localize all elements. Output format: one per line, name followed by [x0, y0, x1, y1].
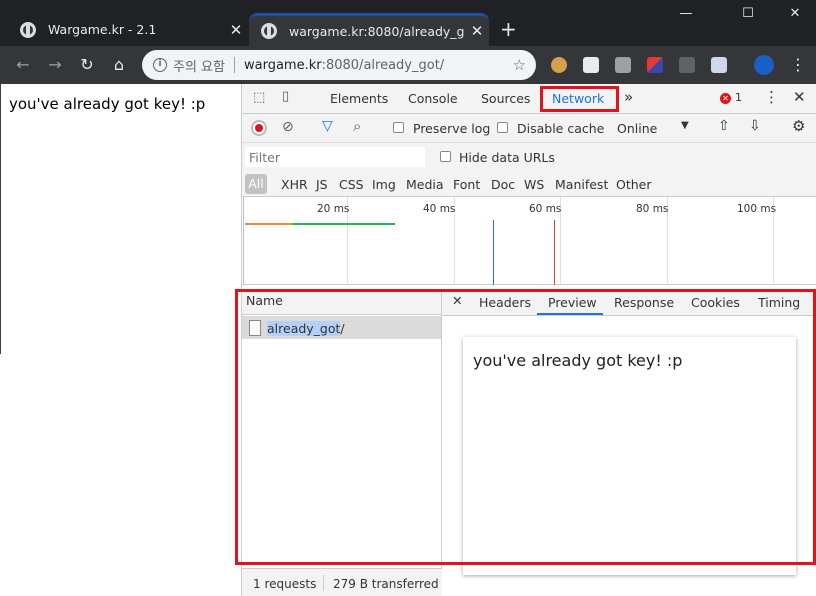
preserve-log-checkbox[interactable]: [393, 122, 404, 133]
preserve-log-label: Preserve log: [413, 121, 491, 136]
import-har-icon[interactable]: ⇧: [718, 118, 730, 134]
globe-icon: [261, 23, 277, 39]
tab-title: wargame.kr:8080/already_got/: [289, 23, 465, 39]
type-css[interactable]: CSS: [339, 177, 364, 192]
maximize-button[interactable]: ☐: [738, 6, 758, 21]
extension-icon[interactable]: [679, 57, 695, 73]
export-har-icon[interactable]: ⇩: [749, 118, 761, 134]
forward-arrow-icon[interactable]: →: [45, 55, 65, 74]
network-highlight-box: [540, 86, 619, 112]
transferred-size: 279 B transferred: [333, 577, 439, 591]
gear-icon[interactable]: ⚙: [792, 117, 805, 135]
request-count: 1 requests: [253, 577, 317, 591]
tab-wargame[interactable]: Wargame.kr - 2.1 ✕: [8, 13, 248, 46]
security-label: 주의 요함: [173, 59, 225, 75]
device-toolbar-icon[interactable]: ▯: [282, 89, 289, 104]
extension-icon[interactable]: [647, 57, 663, 73]
highlight-box: [235, 289, 816, 565]
check-extension-icon[interactable]: [615, 57, 631, 73]
close-tab-icon[interactable]: ✕: [224, 21, 248, 39]
tab-sources[interactable]: Sources: [481, 91, 530, 106]
hide-data-urls-label: Hide data URLs: [459, 150, 555, 165]
timing-bar-waiting: [251, 223, 292, 225]
globe-icon: [20, 21, 36, 38]
type-img[interactable]: Img: [372, 177, 396, 192]
dom-content-loaded-line: [493, 220, 494, 285]
type-xhr[interactable]: XHR: [281, 177, 308, 192]
disable-cache-checkbox[interactable]: [497, 122, 508, 133]
reload-icon[interactable]: ↻: [77, 55, 97, 74]
browser-window: Wargame.kr - 2.1 ✕ wargame.kr:8080/alrea…: [0, 0, 816, 596]
divider: [233, 57, 235, 73]
hide-data-urls-checkbox[interactable]: [440, 151, 451, 162]
tick-label: 20 ms: [317, 203, 350, 215]
tab-elements[interactable]: Elements: [330, 91, 388, 106]
chevron-down-icon[interactable]: ▼: [681, 120, 689, 131]
grid-line: [243, 197, 244, 285]
disable-cache-label: Disable cache: [517, 121, 605, 136]
error-icon[interactable]: ✕: [720, 93, 731, 104]
window-extension-icon[interactable]: [711, 57, 727, 73]
divider: [323, 575, 324, 591]
menu-kebab-icon[interactable]: ⋮: [788, 55, 808, 74]
type-font[interactable]: Font: [453, 177, 480, 192]
type-js[interactable]: JS: [316, 177, 328, 192]
clear-icon[interactable]: ⊘: [282, 119, 294, 135]
screenshot-extension-icon[interactable]: [583, 57, 599, 73]
close-window-button[interactable]: ✕: [785, 6, 805, 21]
url-path: :8080/already_got/: [321, 57, 445, 73]
type-doc[interactable]: Doc: [491, 177, 515, 192]
minimize-button[interactable]: —: [676, 6, 696, 21]
url-host: wargame.kr: [243, 57, 322, 73]
info-icon[interactable]: i: [153, 58, 167, 72]
window-edge: [0, 84, 1, 354]
cookie-extension-icon[interactable]: [551, 57, 567, 73]
type-media[interactable]: Media: [406, 177, 444, 192]
tick-label: 40 ms: [423, 203, 456, 215]
filter-input[interactable]: [245, 147, 425, 167]
tick-label: 80 ms: [636, 203, 669, 215]
back-arrow-icon[interactable]: ←: [13, 55, 33, 74]
new-tab-button[interactable]: +: [500, 17, 517, 41]
page-body-text: you've already got key! :p: [9, 95, 206, 113]
close-devtools-icon[interactable]: ✕: [793, 88, 806, 106]
record-icon[interactable]: [251, 120, 267, 136]
devtools-menu-icon[interactable]: ⋮: [764, 88, 779, 106]
timing-bar-download: [292, 223, 395, 225]
search-icon[interactable]: ⌕: [353, 117, 361, 135]
type-all[interactable]: All: [245, 174, 267, 194]
home-icon[interactable]: ⌂: [109, 55, 129, 74]
tick-label: 60 ms: [529, 203, 562, 215]
inspect-element-icon[interactable]: ⬚: [253, 90, 265, 105]
error-count[interactable]: 1: [735, 91, 742, 104]
avatar[interactable]: [754, 55, 774, 75]
tab-already-got[interactable]: wargame.kr:8080/already_got/ ✕: [249, 13, 489, 46]
filter-funnel-icon[interactable]: ▽: [322, 118, 333, 134]
tab-title: Wargame.kr - 2.1: [48, 22, 157, 37]
throttle-select[interactable]: Online: [617, 121, 657, 136]
type-ws[interactable]: WS: [524, 177, 544, 192]
type-other[interactable]: Other: [616, 177, 652, 192]
type-manifest[interactable]: Manifest: [555, 177, 608, 192]
load-event-line: [554, 220, 555, 285]
more-tabs-icon[interactable]: »: [624, 88, 633, 106]
tick-label: 100 ms: [737, 203, 777, 215]
tab-console[interactable]: Console: [408, 91, 458, 106]
bookmark-star-icon[interactable]: ☆: [513, 56, 526, 74]
address-bar[interactable]: i 주의 요함 wargame.kr :8080/already_got/ ☆: [142, 50, 536, 80]
close-tab-icon[interactable]: ✕: [465, 22, 489, 40]
status-bar: 1 requests 279 B transferred: [242, 568, 442, 596]
